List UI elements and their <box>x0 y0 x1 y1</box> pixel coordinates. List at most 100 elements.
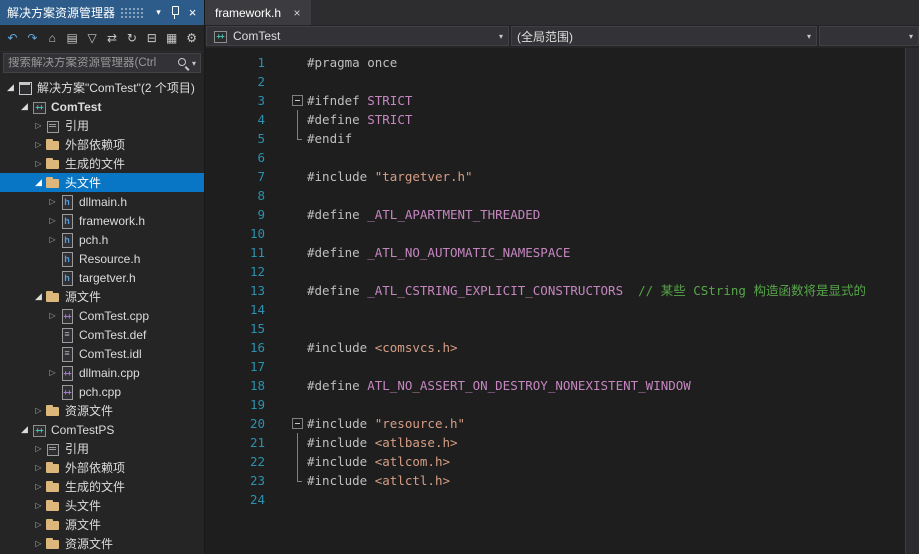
tree-item[interactable]: ComTest.def <box>0 325 204 344</box>
tree-item[interactable]: pch.cpp <box>0 382 204 401</box>
header-file-icon <box>59 232 75 248</box>
tree-item[interactable]: ▷ dllmain.h <box>0 192 204 211</box>
properties-icon[interactable]: ⚙ <box>182 29 201 48</box>
tree-item-label: pch.cpp <box>79 384 122 399</box>
tree-item-label: 源文件 <box>65 290 102 304</box>
code-text: #define ATL_NO_ASSERT_ON_DESTROY_NONEXIS… <box>307 378 691 393</box>
expanded-arrow-icon[interactable]: ◢ <box>18 424 31 435</box>
refresh-icon[interactable]: ↻ <box>122 29 141 48</box>
collapsed-arrow-icon[interactable]: ▷ <box>32 539 45 548</box>
project-dropdown[interactable]: ComTest ▾ <box>206 26 509 46</box>
show-all-files-icon[interactable]: ▦ <box>162 29 181 48</box>
tree-item[interactable]: ◢ 解决方案"ComTest"(2 个项目) <box>0 78 204 97</box>
line-number: 4 <box>257 112 265 127</box>
code-text: #include <atlbase.h> <box>307 435 458 450</box>
sync-with-active-document-icon[interactable]: ⇄ <box>103 29 122 48</box>
fold-margin <box>291 395 307 414</box>
tree-item[interactable]: ▷ 头文件 <box>0 496 204 515</box>
pending-changes-filter-icon[interactable]: ▽ <box>83 29 102 48</box>
tree-item[interactable]: ▷ 引用 <box>0 116 204 135</box>
tree-item[interactable]: ◢ 头文件 <box>0 173 204 192</box>
tree-item[interactable]: ▷ 外部依赖项 <box>0 135 204 154</box>
tree-item[interactable]: Resource.h <box>0 249 204 268</box>
code-editor[interactable]: 1 #pragma once 2 3 #ifndef STRICT 4 #define ST… <box>205 48 905 554</box>
tree-item[interactable]: ▷ pch.h <box>0 230 204 249</box>
tree-item-label: ComTest <box>51 99 102 114</box>
tree-item[interactable]: ▷ 引用 <box>0 439 204 458</box>
back-icon[interactable]: ↶ <box>3 29 22 48</box>
line-number: 19 <box>249 397 265 412</box>
folder-icon <box>45 517 61 533</box>
switch-views-icon[interactable]: ▤ <box>63 29 82 48</box>
tree-item-label: 解决方案"ComTest"(2 个项目) <box>37 81 195 95</box>
collapsed-arrow-icon[interactable]: ▷ <box>32 444 45 453</box>
fold-guide <box>291 110 307 129</box>
collapsed-arrow-icon[interactable]: ▷ <box>32 463 45 472</box>
expanded-arrow-icon[interactable]: ◢ <box>18 101 31 112</box>
titlebar-grip[interactable] <box>120 7 145 18</box>
editor-area: 1 #pragma once 2 3 #ifndef STRICT 4 #define ST… <box>205 48 919 554</box>
expanded-arrow-icon[interactable]: ◢ <box>32 291 45 302</box>
tree-item[interactable]: ▷ 外部依赖项 <box>0 458 204 477</box>
tree-item[interactable]: ▷ ComTest.cpp <box>0 306 204 325</box>
line-number: 14 <box>249 302 265 317</box>
tree-item[interactable]: ▷ 资源文件 <box>0 534 204 553</box>
collapsed-arrow-icon[interactable]: ▷ <box>32 159 45 168</box>
editor-navigation-bar: ComTest ▾ (全局范围) ▾ ▾ <box>205 25 919 48</box>
collapsed-arrow-icon[interactable]: ▷ <box>32 501 45 510</box>
home-icon[interactable]: ⌂ <box>43 29 62 48</box>
collapsed-arrow-icon[interactable]: ▷ <box>32 482 45 491</box>
collapsed-arrow-icon[interactable]: ▷ <box>32 406 45 415</box>
code-line: 4 #define STRICT <box>205 110 905 129</box>
search-input[interactable] <box>4 57 177 69</box>
line-number: 9 <box>257 207 265 222</box>
fold-margin <box>291 224 307 243</box>
tree-item-label: 外部依赖项 <box>65 138 126 152</box>
tab-framework-h[interactable]: framework.h × <box>205 0 312 25</box>
collapsed-arrow-icon[interactable]: ▷ <box>32 520 45 529</box>
member-dropdown[interactable]: ▾ <box>819 26 919 46</box>
collapsed-arrow-icon[interactable]: ▷ <box>46 311 59 320</box>
tree-item[interactable]: ▷ 资源文件 <box>0 401 204 420</box>
window-position-icon[interactable]: ▾ <box>150 4 167 21</box>
line-number: 5 <box>257 131 265 146</box>
vertical-scrollbar[interactable] <box>905 48 919 554</box>
collapse-all-icon[interactable]: ⊟ <box>142 29 161 48</box>
fold-guide <box>291 129 307 148</box>
tree-item[interactable]: ▷ 生成的文件 <box>0 154 204 173</box>
tree-item[interactable]: ◢ 源文件 <box>0 287 204 306</box>
collapsed-arrow-icon[interactable]: ▷ <box>46 368 59 377</box>
collapsed-arrow-icon[interactable]: ▷ <box>32 140 45 149</box>
tree-item[interactable]: ▷ 源文件 <box>0 515 204 534</box>
forward-icon[interactable]: ↷ <box>23 29 42 48</box>
close-icon[interactable]: × <box>184 4 201 21</box>
code-line: 24 <box>205 490 905 509</box>
tree-item[interactable]: ◢ ComTestPS <box>0 420 204 439</box>
tree-item[interactable]: ◢ ComTest <box>0 97 204 116</box>
collapsed-arrow-icon[interactable]: ▷ <box>32 121 45 130</box>
tree-item[interactable]: ▷ 生成的文件 <box>0 477 204 496</box>
folder-icon <box>45 156 61 172</box>
tree-item[interactable]: ▷ dllmain.cpp <box>0 363 204 382</box>
collapsed-arrow-icon[interactable]: ▷ <box>46 216 59 225</box>
fold-collapse-icon[interactable] <box>291 414 307 433</box>
scope-dropdown[interactable]: (全局范围) ▾ <box>511 26 817 46</box>
tree-item[interactable]: targetver.h <box>0 268 204 287</box>
collapsed-arrow-icon[interactable]: ▷ <box>46 235 59 244</box>
expanded-arrow-icon[interactable]: ◢ <box>32 177 45 188</box>
collapsed-arrow-icon[interactable]: ▷ <box>46 197 59 206</box>
pin-icon[interactable] <box>167 4 184 21</box>
code-line: 10 <box>205 224 905 243</box>
tree-item[interactable]: ▷ framework.h <box>0 211 204 230</box>
fold-collapse-icon[interactable] <box>291 91 307 110</box>
tree-item-label: 头文件 <box>65 176 102 190</box>
line-number: 2 <box>257 74 265 89</box>
tab-close-icon[interactable]: × <box>290 6 304 20</box>
tree-item[interactable]: ComTest.idl <box>0 344 204 363</box>
expanded-arrow-icon[interactable]: ◢ <box>4 82 17 93</box>
search-icon[interactable] <box>177 57 190 70</box>
fold-margin <box>291 490 307 509</box>
folder-icon <box>45 289 61 305</box>
fold-margin <box>291 262 307 281</box>
search-options-chevron-icon[interactable]: ▾ <box>190 59 200 68</box>
